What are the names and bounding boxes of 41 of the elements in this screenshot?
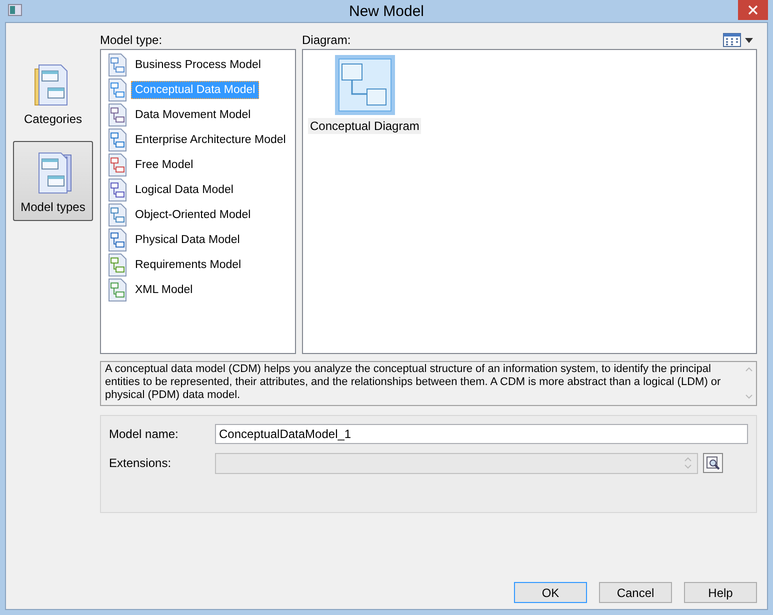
section-label: Model type:: [100, 33, 162, 47]
dialog-button[interactable]: Cancel: [599, 582, 672, 603]
model-icon: [106, 128, 128, 152]
model-icon: [106, 78, 128, 102]
list-item[interactable]: Object-Oriented Model: [131, 206, 255, 224]
list-item[interactable]: Business Process Model: [131, 56, 265, 74]
field-label: Extensions:: [109, 456, 172, 470]
list-item[interactable]: Requirements Model: [131, 256, 246, 274]
model-icon: [106, 52, 128, 76]
model-icon: [106, 228, 128, 252]
diagram-icon: [334, 54, 396, 116]
close-icon: [748, 5, 758, 15]
app-icon: [8, 4, 22, 16]
list-item[interactable]: Free Model: [131, 156, 198, 174]
description-text: A conceptual data model (CDM) helps you analyze the conceptual structure of an information system, to identify the principal entities to be represented, their attributes, and the relationships between them. A CDM is more abstract than a logical (LDM) or physical (PDM) data model.: [105, 363, 722, 403]
close-button[interactable]: [738, 0, 768, 20]
section-label: Diagram:: [302, 33, 351, 47]
diagram-item[interactable]: Conceptual Diagram: [308, 118, 422, 134]
field-label: Model name:: [109, 427, 180, 441]
model-icon: [106, 278, 128, 302]
view-button[interactable]: [723, 33, 753, 47]
category-button[interactable]: Categories: [13, 53, 93, 133]
model-icon: [106, 152, 128, 176]
dialog-button[interactable]: OK: [514, 582, 587, 603]
window-title: New Model: [348, 2, 424, 20]
model-icon: [106, 178, 128, 202]
magnifier-icon: [706, 456, 720, 470]
list-item[interactable]: Logical Data Model: [131, 180, 238, 198]
list-item[interactable]: Enterprise Architecture Model: [131, 130, 290, 148]
model-icon: [106, 252, 128, 276]
caret-icon: [745, 38, 753, 42]
list-item[interactable]: Physical Data Model: [131, 230, 244, 248]
model-name-field[interactable]: ConceptualDataModel_1: [215, 424, 748, 444]
list-item[interactable]: Data Movement Model: [131, 106, 255, 124]
model-icon: [106, 202, 128, 226]
grid-icon: [723, 33, 741, 47]
browse-button[interactable]: [703, 453, 723, 473]
category-button[interactable]: Model types: [13, 141, 93, 221]
dialog-button[interactable]: Help: [684, 582, 757, 603]
model-icon: [106, 102, 128, 126]
list-item[interactable]: XML Model: [131, 280, 197, 298]
